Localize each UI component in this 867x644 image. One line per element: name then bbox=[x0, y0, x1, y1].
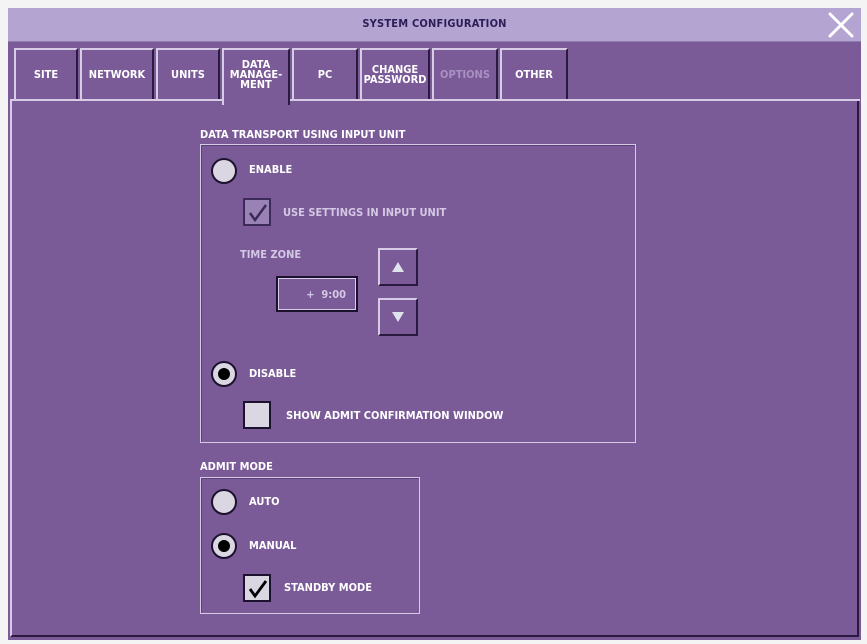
disable-label: DISABLE bbox=[249, 367, 297, 380]
show-admit-checkbox[interactable] bbox=[243, 401, 271, 429]
use-settings-label: USE SETTINGS IN INPUT UNIT bbox=[283, 206, 447, 219]
system-configuration-window: SYSTEM CONFIGURATION SITE NETWORK UNITS … bbox=[8, 8, 861, 640]
data-transport-group bbox=[200, 144, 636, 443]
disable-radio[interactable] bbox=[211, 361, 237, 387]
tab-network-label: NETWORK bbox=[88, 68, 146, 81]
time-zone-up-button[interactable] bbox=[378, 248, 418, 286]
window-title: SYSTEM CONFIGURATION bbox=[362, 17, 507, 30]
title-bar: SYSTEM CONFIGURATION bbox=[8, 8, 861, 42]
use-settings-checkbox[interactable] bbox=[243, 198, 271, 226]
checkmark-icon bbox=[248, 580, 268, 599]
tab-pc-label: PC bbox=[317, 68, 333, 81]
manual-radio[interactable] bbox=[211, 533, 237, 559]
tab-data-management-label-3: MENT bbox=[240, 77, 272, 91]
tab-change-password-label-2: PASSWORD bbox=[363, 73, 427, 86]
standby-mode-checkbox[interactable] bbox=[243, 574, 271, 602]
data-transport-label: DATA TRANSPORT USING INPUT UNIT bbox=[200, 128, 406, 141]
tab-units-label: UNITS bbox=[171, 68, 205, 81]
arrow-up-icon bbox=[392, 262, 404, 272]
tab-network[interactable]: NETWORK bbox=[80, 48, 154, 100]
arrow-down-icon bbox=[392, 312, 404, 322]
close-button[interactable] bbox=[826, 11, 856, 39]
tab-other-label: OTHER bbox=[515, 68, 553, 81]
tab-data-management[interactable]: DATA MANAGE- MENT bbox=[222, 48, 290, 105]
show-admit-label: SHOW ADMIT CONFIRMATION WINDOW bbox=[286, 409, 504, 422]
checkmark-icon bbox=[248, 204, 268, 223]
auto-radio[interactable] bbox=[211, 489, 237, 515]
tab-other[interactable]: OTHER bbox=[500, 48, 568, 100]
standby-mode-label: STANDBY MODE bbox=[284, 581, 372, 594]
enable-label: ENABLE bbox=[249, 163, 293, 176]
time-zone-value: + 9:00 bbox=[276, 276, 358, 312]
enable-radio[interactable] bbox=[211, 158, 237, 184]
time-zone-down-button[interactable] bbox=[378, 298, 418, 336]
auto-label: AUTO bbox=[249, 495, 280, 508]
tab-units[interactable]: UNITS bbox=[156, 48, 220, 100]
time-zone-label: TIME ZONE bbox=[240, 248, 302, 261]
tab-options-label: OPTIONS bbox=[440, 68, 490, 81]
tab-site[interactable]: SITE bbox=[14, 48, 78, 100]
tab-change-password[interactable]: CHANGE PASSWORD bbox=[360, 48, 430, 100]
tab-strip-divider bbox=[10, 99, 860, 101]
close-icon bbox=[828, 12, 854, 38]
tab-pc[interactable]: PC bbox=[292, 48, 358, 100]
time-zone-text: + 9:00 bbox=[306, 287, 346, 301]
tab-options: OPTIONS bbox=[432, 48, 498, 100]
admit-mode-label: ADMIT MODE bbox=[200, 460, 273, 473]
tab-site-label: SITE bbox=[33, 68, 59, 81]
manual-label: MANUAL bbox=[249, 539, 297, 552]
